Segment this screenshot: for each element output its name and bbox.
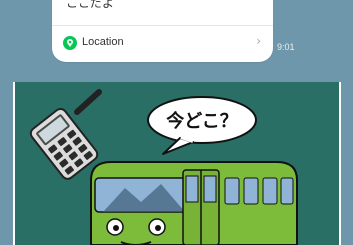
illustration: 今どこ？ <box>29 89 298 245</box>
location-row[interactable]: Location › <box>52 26 273 62</box>
chevron-right-icon: › <box>256 34 261 48</box>
image-message[interactable]: 今どこ？ <box>13 82 341 245</box>
walkie-talkie-icon <box>29 89 102 180</box>
speech-bubble-text: 今どこ？ <box>166 110 237 132</box>
message-time: 9:01 <box>277 42 295 52</box>
location-pin-icon <box>63 36 77 50</box>
location-label: Location <box>82 36 124 48</box>
location-message-card[interactable]: ここだよ Location › <box>52 0 273 62</box>
speech-bubble: 今どこ？ <box>147 96 257 155</box>
message-text: ここだよ <box>66 0 115 10</box>
chat-area: ここだよ Location › 9:01 <box>0 0 353 82</box>
train-icon <box>90 161 298 245</box>
